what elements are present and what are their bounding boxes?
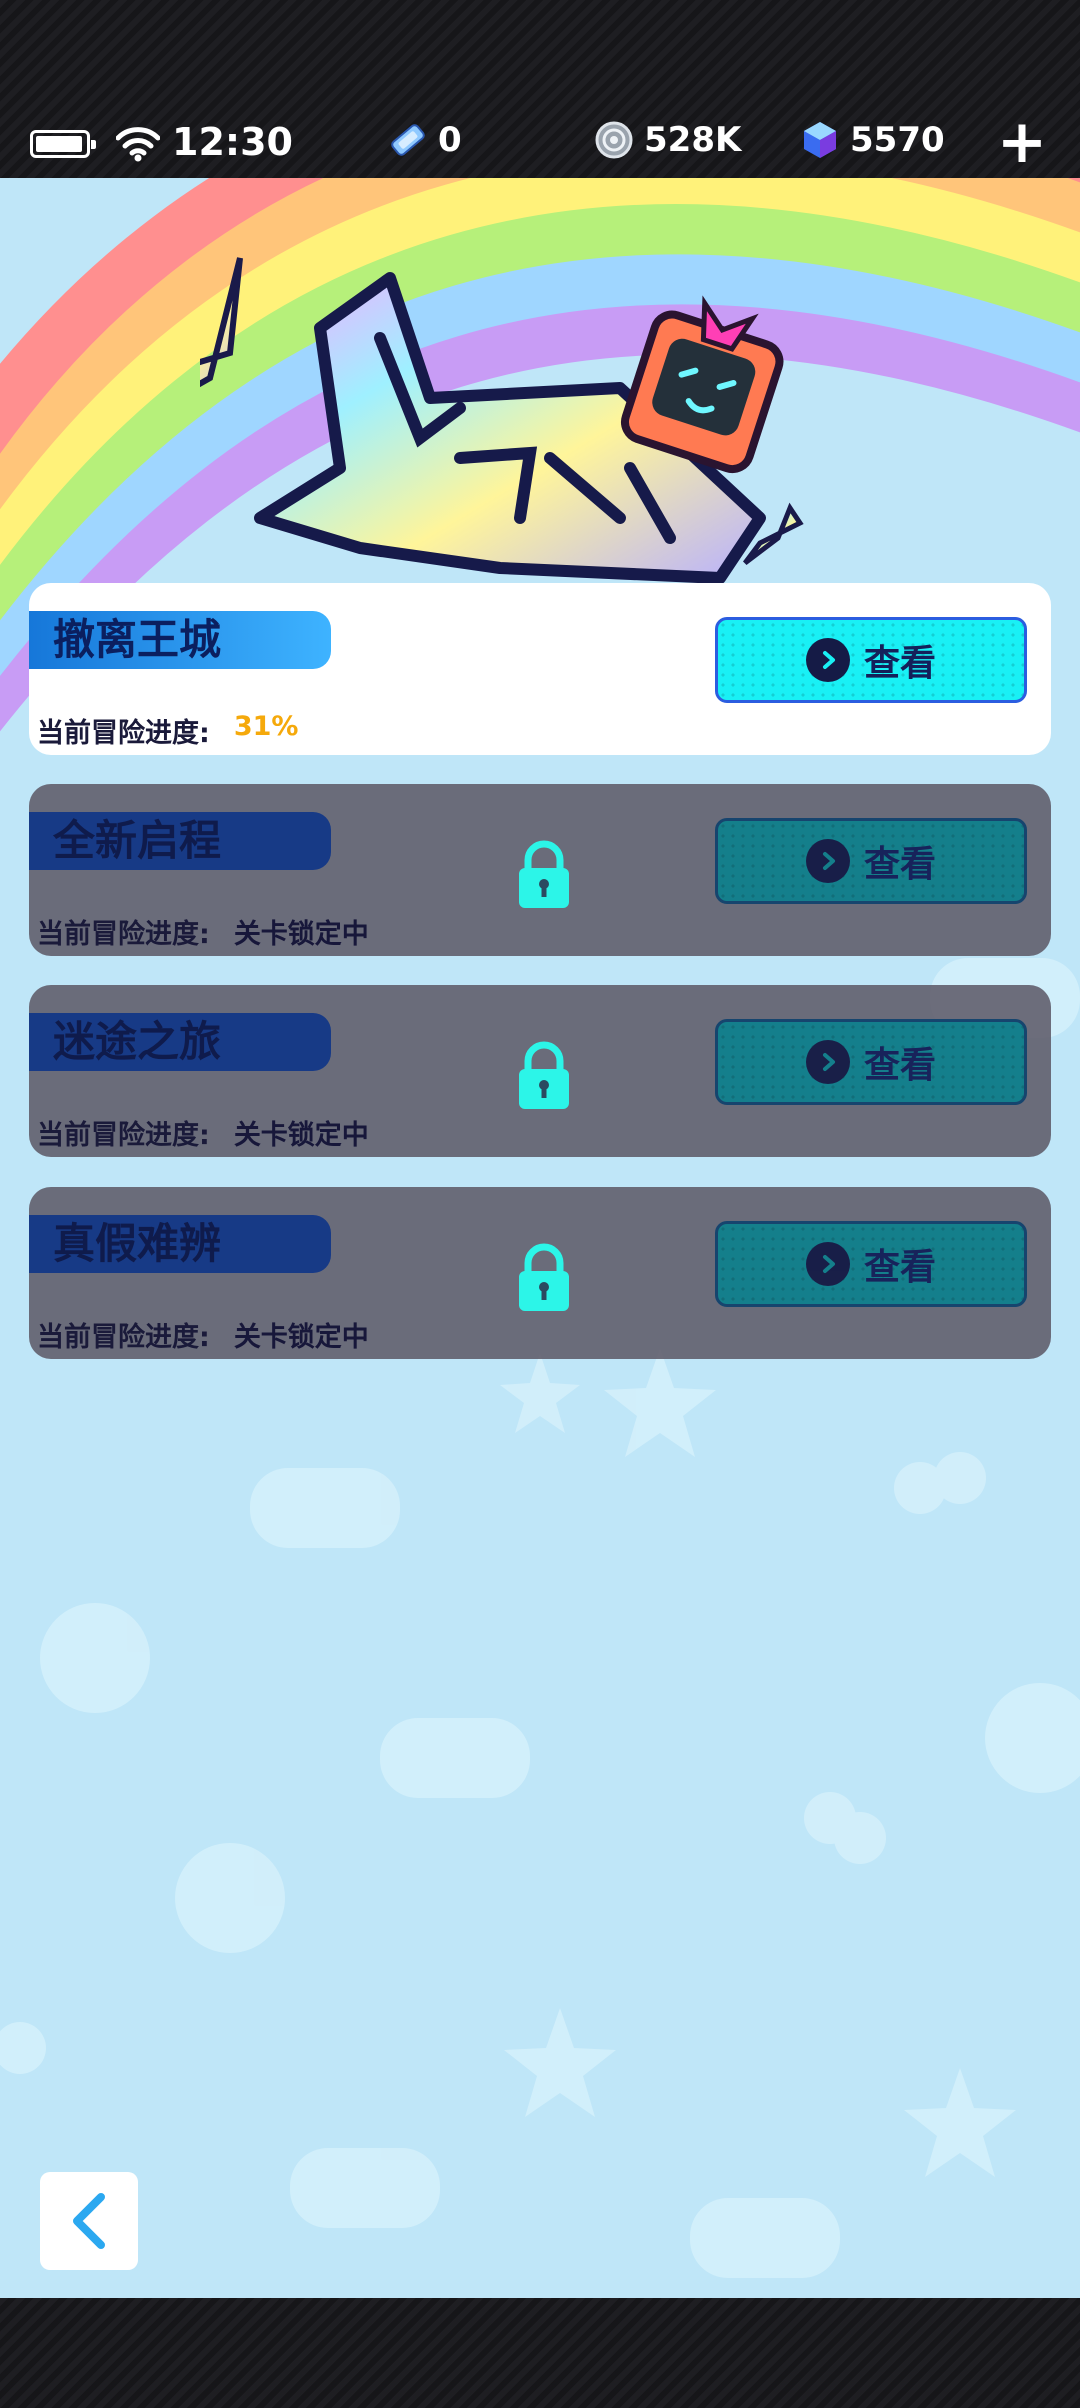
ticket-counter[interactable]: 0 [388, 120, 462, 160]
chapter-card-1[interactable]: 撤离王城 当前冒险进度: 31% 查看 [29, 583, 1051, 755]
progress-row: 当前冒险进度: 关卡锁定中 [37, 912, 369, 951]
chapter-title: 撤离王城 [29, 611, 331, 669]
chapter-card-4[interactable]: 真假难辨 当前冒险进度: 关卡锁定中 查看 [29, 1187, 1051, 1359]
gem-counter[interactable]: 5570 [800, 120, 945, 160]
progress-label: 当前冒险进度: [37, 919, 210, 950]
ticket-count: 0 [438, 120, 462, 160]
chapter-card-2[interactable]: 全新启程 当前冒险进度: 关卡锁定中 查看 [29, 784, 1051, 956]
chapter-card-3[interactable]: 迷途之旅 当前冒险进度: 关卡锁定中 查看 [29, 985, 1051, 1157]
locked-status: 关卡锁定中 [233, 919, 369, 950]
wifi-icon [116, 127, 160, 162]
view-button[interactable]: 查看 [715, 1221, 1027, 1307]
locked-status: 关卡锁定中 [233, 1322, 369, 1353]
view-button[interactable]: 查看 [715, 617, 1027, 703]
locked-status: 关卡锁定中 [233, 1120, 369, 1151]
view-button[interactable]: 查看 [715, 818, 1027, 904]
battery-icon [30, 130, 96, 158]
chapter-title: 真假难辨 [29, 1215, 331, 1273]
gem-count: 5570 [850, 120, 945, 160]
progress-label: 当前冒险进度: [37, 1120, 210, 1151]
chapter-title: 全新启程 [29, 812, 331, 870]
view-button-label: 查看 [863, 643, 936, 684]
chevron-right-icon [805, 1040, 850, 1084]
lock-icon [519, 840, 569, 908]
plus-icon: + [996, 107, 1048, 177]
add-currency-button[interactable]: + [996, 112, 1048, 172]
progress-label: 当前冒险进度: [37, 718, 210, 749]
lock-icon [519, 1243, 569, 1311]
lock-icon [519, 1041, 569, 1109]
chevron-right-icon [805, 839, 850, 883]
chapter-select-screen: 撤离王城 当前冒险进度: 31% 查看 全新启程 当前冒险进度: 关卡锁定中 查… [0, 178, 1080, 2298]
status-bar: 12:30 0 528K 5570 + [0, 110, 1080, 178]
ticket-icon [391, 124, 425, 156]
view-button-label: 查看 [863, 1045, 936, 1086]
coin-count: 528K [644, 120, 742, 160]
chevron-right-icon [805, 1242, 850, 1286]
chapter-title: 迷途之旅 [29, 1013, 331, 1071]
progress-label: 当前冒险进度: [37, 1322, 210, 1353]
bottom-band [0, 2298, 1080, 2408]
status-time: 12:30 [172, 120, 293, 164]
progress-row: 当前冒险进度: 关卡锁定中 [37, 1315, 369, 1354]
chevron-left-icon [73, 2193, 105, 2249]
coin-icon [595, 121, 633, 159]
view-button[interactable]: 查看 [715, 1019, 1027, 1105]
coin-counter[interactable]: 528K [594, 120, 741, 160]
progress-row: 当前冒险进度: 关卡锁定中 [37, 1113, 369, 1152]
back-button[interactable] [40, 2172, 138, 2270]
chevron-right-icon [805, 638, 850, 682]
view-button-label: 查看 [863, 1247, 936, 1288]
view-button-label: 查看 [863, 844, 936, 885]
gem-icon [804, 122, 836, 158]
progress-value: 31% [233, 711, 299, 742]
progress-row: 当前冒险进度: 31% [37, 711, 298, 750]
